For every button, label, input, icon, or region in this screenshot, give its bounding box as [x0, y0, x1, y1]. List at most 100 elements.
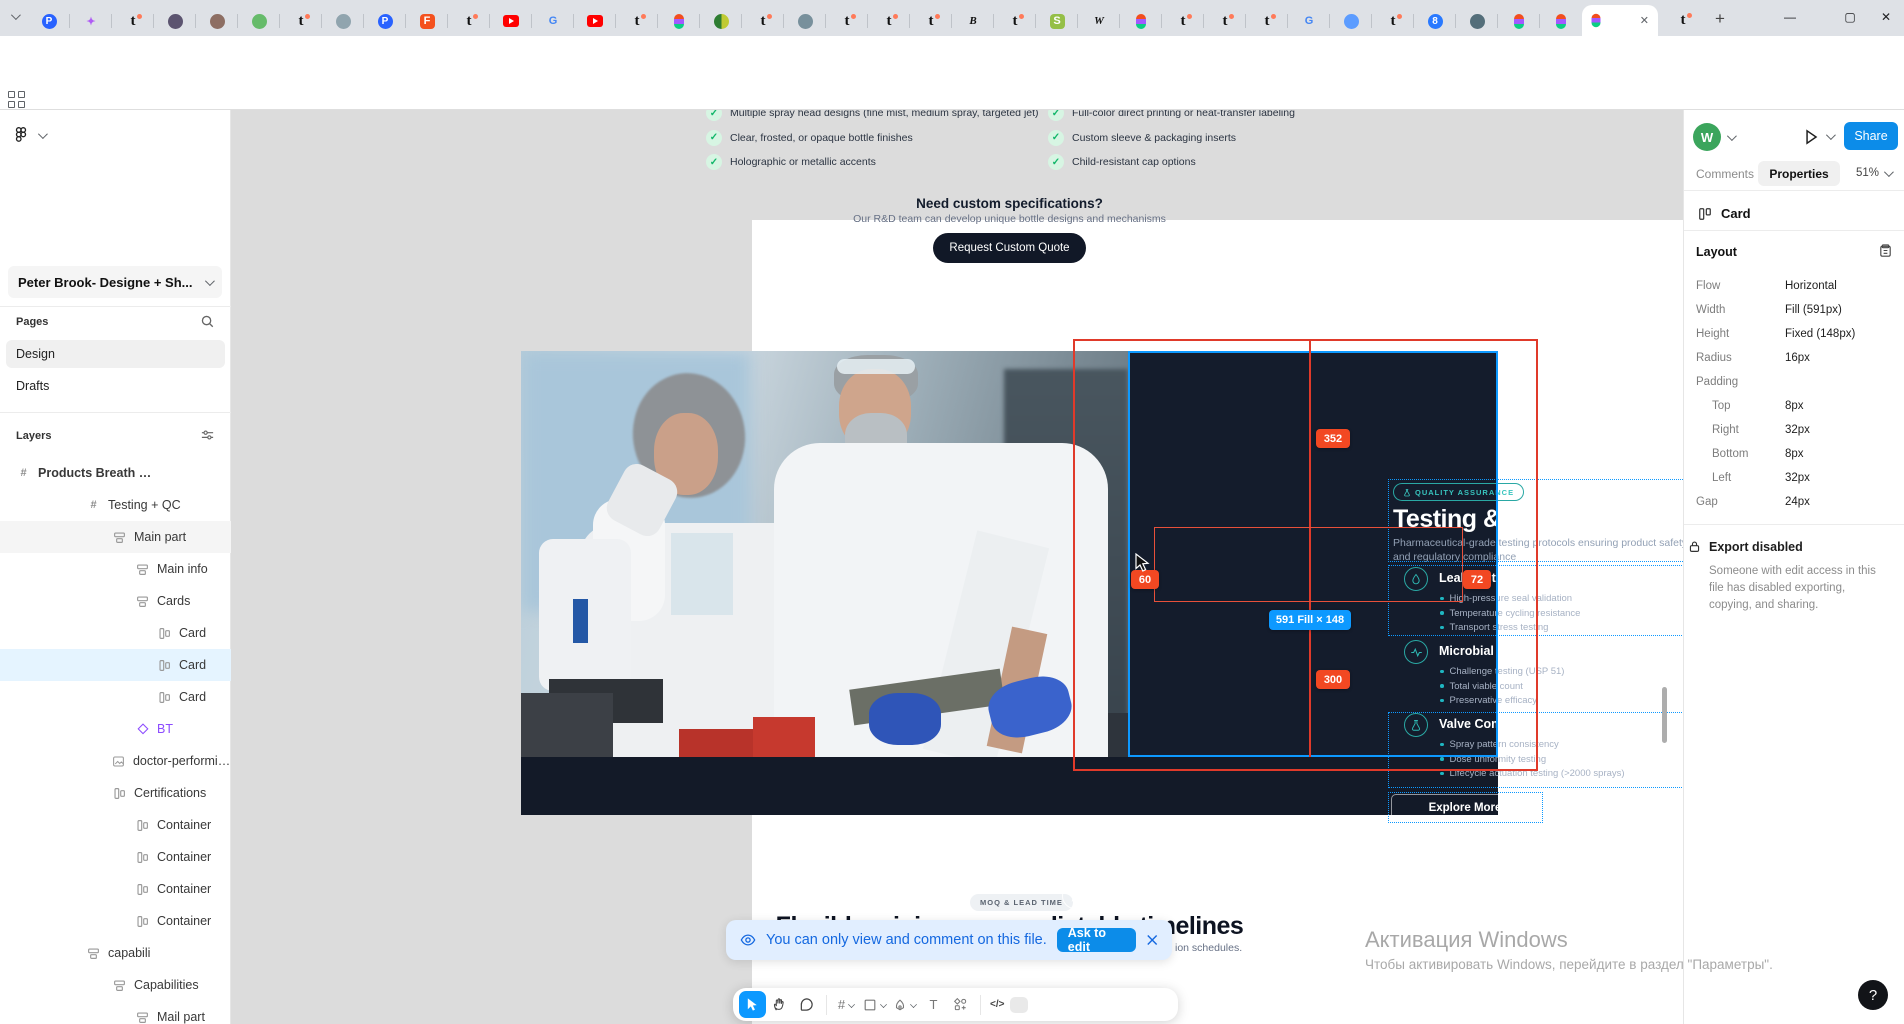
user-avatar[interactable]: W — [1693, 123, 1721, 151]
canvas[interactable]: ✓ Multiple spray head designs (fine mist,… — [231, 110, 1683, 1024]
active-browser-tab[interactable]: ✕ — [1582, 5, 1658, 36]
browser-tab[interactable]: t — [1372, 7, 1414, 35]
browser-tab[interactable]: t — [448, 7, 490, 35]
browser-tab[interactable] — [490, 7, 532, 35]
window-close-button[interactable]: ✕ — [1864, 0, 1904, 34]
browser-tab[interactable]: t — [742, 7, 784, 35]
browser-tab[interactable]: ✦ — [70, 7, 112, 35]
browser-tab[interactable] — [238, 7, 280, 35]
copy-properties-icon[interactable] — [1878, 243, 1893, 258]
browser-tab[interactable] — [1330, 7, 1372, 35]
canvas-scrollbar[interactable] — [1662, 687, 1667, 743]
browser-tab[interactable]: P — [28, 7, 70, 35]
browser-tab[interactable]: P — [364, 7, 406, 35]
property-row-right[interactable]: Right 32px — [1696, 418, 1892, 442]
figma-main-menu[interactable] — [12, 126, 48, 144]
dev-mode-switch[interactable] — [1010, 996, 1029, 1013]
browser-tab[interactable]: t — [910, 7, 952, 35]
dev-mode-toggle[interactable]: </> — [987, 991, 1031, 1018]
browser-tab[interactable] — [1540, 7, 1582, 35]
avatar-chevron-icon[interactable] — [1726, 130, 1737, 141]
tab-close-icon[interactable]: ✕ — [1640, 14, 1649, 27]
browser-tab[interactable]: F — [406, 7, 448, 35]
property-row-width[interactable]: Width Fill (591px) — [1696, 298, 1892, 322]
property-row-left[interactable]: Left 32px — [1696, 466, 1892, 490]
layer-row-container[interactable]: Container — [0, 809, 231, 841]
layer-row-testing-qc[interactable]: # Testing + QC — [0, 489, 231, 521]
layer-row-main-info[interactable]: Main info — [0, 553, 231, 585]
layer-row-container[interactable]: Container — [0, 841, 231, 873]
layer-row-certifications[interactable]: Certifications — [0, 777, 231, 809]
new-tab-button[interactable]: + — [1706, 8, 1734, 30]
tab-comments[interactable]: Comments — [1696, 167, 1754, 181]
comment-tool[interactable] — [793, 991, 820, 1018]
browser-tab[interactable] — [658, 7, 700, 35]
file-name-pill[interactable]: Peter Brook- Designe + Sh... — [8, 266, 222, 298]
browser-tab[interactable]: t — [826, 7, 868, 35]
present-chevron-icon[interactable] — [1825, 130, 1836, 141]
layer-row-cards[interactable]: Cards — [0, 585, 231, 617]
selection-row[interactable]: Card — [1698, 206, 1751, 221]
layer-row-mail-part[interactable]: Mail part — [0, 1001, 231, 1024]
browser-tab[interactable]: t — [994, 7, 1036, 35]
layer-row-products-breath-spray-oem[interactable]: # Products Breath Spray OEM — [0, 457, 231, 489]
share-button[interactable]: Share — [1844, 122, 1898, 150]
actions-tool[interactable] — [947, 991, 974, 1018]
layer-row-bt[interactable]: BT — [0, 713, 231, 745]
layers-filter-icon[interactable] — [200, 428, 215, 443]
browser-tab[interactable] — [784, 7, 826, 35]
browser-tab[interactable] — [1498, 7, 1540, 35]
frame-tool[interactable]: # — [833, 991, 860, 1018]
browser-tab[interactable] — [322, 7, 364, 35]
browser-tab[interactable]: t — [868, 7, 910, 35]
layer-row-card[interactable]: Card — [0, 617, 231, 649]
request-custom-quote-button[interactable]: Request Custom Quote — [933, 233, 1086, 263]
browser-tab[interactable]: G — [1288, 7, 1330, 35]
browser-tab[interactable]: S — [1036, 7, 1078, 35]
layer-row-card[interactable]: Card — [0, 649, 231, 681]
move-tool[interactable] — [739, 991, 766, 1018]
browser-tab[interactable] — [196, 7, 238, 35]
browser-tab[interactable]: B — [952, 7, 994, 35]
property-row-top[interactable]: Top 8px — [1696, 394, 1892, 418]
browser-tab[interactable]: t — [280, 7, 322, 35]
sidebar-page-design[interactable]: Design — [6, 340, 225, 368]
layer-row-container[interactable]: Container — [0, 905, 231, 937]
layer-row-main-part[interactable]: Main part — [0, 521, 231, 553]
zoom-menu[interactable]: 51% — [1856, 166, 1894, 179]
layer-row-card[interactable]: Card — [0, 681, 231, 713]
browser-tab[interactable]: t — [616, 7, 658, 35]
layer-row-capabili[interactable]: capabili — [0, 937, 231, 969]
search-icon[interactable] — [200, 314, 215, 329]
browser-tab[interactable]: t — [1204, 7, 1246, 35]
tab-properties[interactable]: Properties — [1758, 161, 1840, 186]
browser-tab[interactable]: G — [532, 7, 574, 35]
layer-row-container[interactable]: Container — [0, 873, 231, 905]
browser-tab[interactable]: t — [1662, 6, 1704, 34]
browser-tab[interactable] — [154, 7, 196, 35]
apps-grid-icon[interactable] — [8, 91, 26, 109]
text-tool[interactable]: T — [920, 991, 947, 1018]
layer-row-doctor-performing-i[interactable]: doctor-performing-i — [0, 745, 231, 777]
browser-tab[interactable]: t — [1162, 7, 1204, 35]
help-button[interactable]: ? — [1858, 980, 1888, 1010]
shape-tool[interactable] — [860, 991, 890, 1018]
browser-tab[interactable] — [700, 7, 742, 35]
ask-to-edit-button[interactable]: Ask to edit — [1056, 926, 1136, 954]
tab-search-chevron-icon[interactable] — [10, 10, 21, 21]
property-row-flow[interactable]: Flow Horizontal — [1696, 274, 1892, 298]
browser-tab[interactable]: t — [112, 7, 154, 35]
window-minimize-button[interactable]: — — [1768, 0, 1812, 34]
browser-tab[interactable]: t — [1246, 7, 1288, 35]
property-row-padding[interactable]: Padding — [1696, 370, 1892, 394]
hand-tool[interactable] — [766, 991, 793, 1018]
browser-tab[interactable] — [574, 7, 616, 35]
property-row-height[interactable]: Height Fixed (148px) — [1696, 322, 1892, 346]
browser-tab[interactable] — [1456, 7, 1498, 35]
browser-tab[interactable]: 8 — [1414, 7, 1456, 35]
property-row-bottom[interactable]: Bottom 8px — [1696, 442, 1892, 466]
sidebar-page-drafts[interactable]: Drafts — [6, 372, 225, 400]
pen-tool[interactable] — [890, 991, 920, 1018]
toast-close-icon[interactable] — [1146, 933, 1158, 947]
property-row-radius[interactable]: Radius 16px — [1696, 346, 1892, 370]
